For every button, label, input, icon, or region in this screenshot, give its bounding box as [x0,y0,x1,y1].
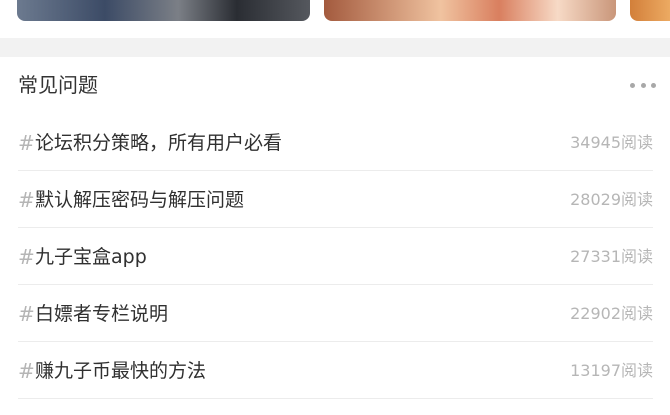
faq-header: 常见问题 [18,71,656,99]
more-horizontal-icon[interactable] [630,77,656,93]
list-item[interactable]: # 论坛积分策略，所有用户必看 34945阅读 [18,114,653,171]
read-count: 13197阅读 [570,361,653,380]
faq-list: # 论坛积分策略，所有用户必看 34945阅读 # 默认解压密码与解压问题 28… [18,114,653,399]
list-item[interactable]: # 赚九子币最快的方法 13197阅读 [18,342,653,399]
banner-thumbnail[interactable] [630,0,670,21]
hash-icon: # [18,188,35,212]
banner-thumbnail[interactable] [324,0,616,21]
list-item[interactable]: # 九子宝盒app 27331阅读 [18,228,653,285]
hash-icon: # [18,359,35,383]
list-item[interactable]: # 白嫖者专栏说明 22902阅读 [18,285,653,342]
faq-title: 常见问题 [18,73,98,97]
banner-thumbnail[interactable] [17,0,310,21]
faq-item-label: 九子宝盒app [35,246,147,268]
faq-item-label: 论坛积分策略，所有用户必看 [35,132,283,154]
faq-item-label: 白嫖者专栏说明 [35,303,169,325]
faq-card: 常见问题 # 论坛积分策略，所有用户必看 34945阅读 # 默认解压密码与解压… [0,57,670,415]
read-count: 22902阅读 [570,304,653,323]
read-count: 28029阅读 [570,190,653,209]
read-count: 34945阅读 [570,133,653,152]
faq-item-label: 赚九子币最快的方法 [35,360,207,382]
read-count: 27331阅读 [570,247,653,266]
hash-icon: # [18,131,35,155]
hash-icon: # [18,245,35,269]
banner-carousel [0,0,670,38]
faq-item-label: 默认解压密码与解压问题 [35,189,245,211]
page: 常见问题 # 论坛积分策略，所有用户必看 34945阅读 # 默认解压密码与解压… [0,0,670,415]
hash-icon: # [18,302,35,326]
list-item[interactable]: # 默认解压密码与解压问题 28029阅读 [18,171,653,228]
